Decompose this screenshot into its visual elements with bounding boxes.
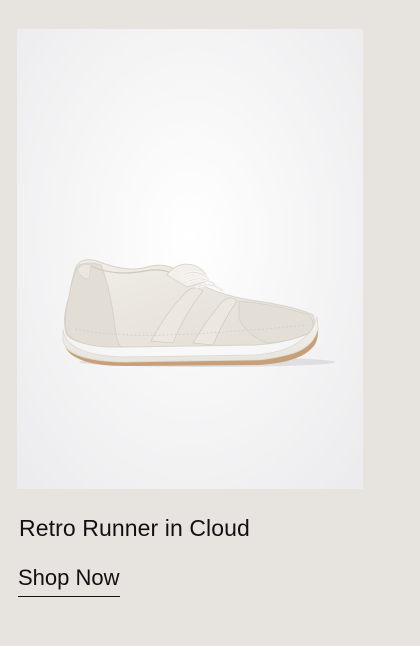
sneaker-image xyxy=(62,259,335,367)
product-image[interactable] xyxy=(17,29,363,489)
product-page: Retro Runner in Cloud Shop Now xyxy=(0,0,420,646)
product-title[interactable]: Retro Runner in Cloud xyxy=(19,515,363,543)
shop-now-link[interactable]: Shop Now xyxy=(18,565,120,597)
product-card[interactable]: Retro Runner in Cloud Shop Now xyxy=(17,29,363,629)
